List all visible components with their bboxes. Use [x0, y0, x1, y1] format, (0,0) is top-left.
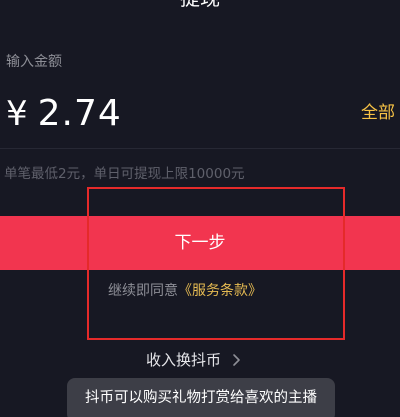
withdraw-all-button[interactable]: 全部 [361, 102, 395, 124]
divider [0, 148, 400, 149]
amount-input[interactable]: ¥ 2.74 [6, 92, 122, 136]
terms-of-service-link[interactable]: 《服务条款》 [178, 283, 262, 299]
agreement-row: 继续即同意《服务条款》 [108, 281, 262, 301]
chevron-right-icon [229, 350, 245, 370]
limit-hint: 单笔最低2元，单日可提现上限10000元 [4, 166, 245, 182]
amount-value[interactable]: 2.74 [38, 92, 122, 136]
page-title: 提现 [0, 0, 400, 10]
convert-income-label: 收入换抖币 [146, 351, 222, 369]
agreement-text: 继续即同意 [108, 283, 178, 299]
convert-income-link[interactable]: 收入换抖币 [146, 350, 245, 370]
next-step-button[interactable]: 下一步 [0, 216, 400, 270]
douyin-coin-tooltip: 抖币可以购买礼物打赏给喜欢的主播 [67, 378, 335, 417]
amount-label: 输入金额 [6, 54, 62, 70]
currency-symbol: ¥ [6, 94, 28, 134]
withdraw-page: 提现 输入金额 ¥ 2.74 全部 单笔最低2元，单日可提现上限10000元 下… [0, 0, 400, 417]
